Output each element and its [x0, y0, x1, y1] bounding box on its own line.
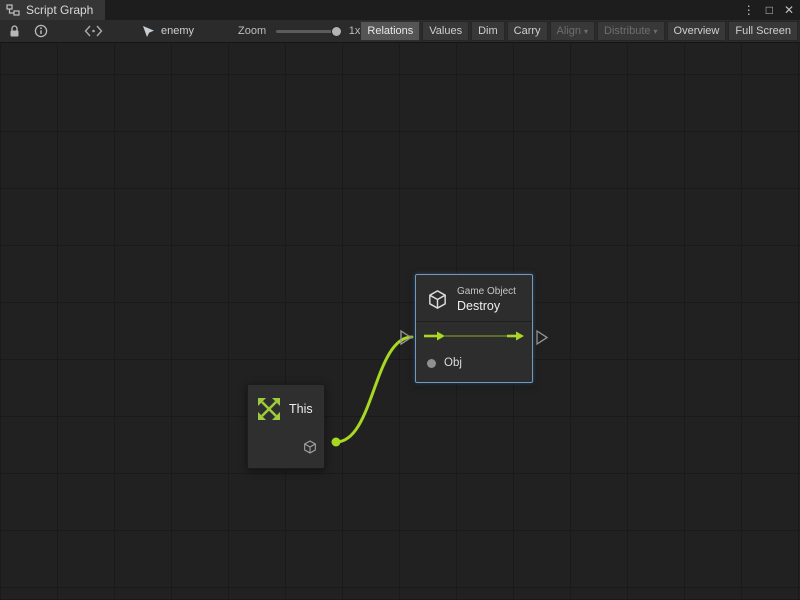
dim-button[interactable]: Dim [471, 21, 505, 41]
connection-wire [336, 337, 412, 442]
relations-button[interactable]: Relations [360, 21, 420, 41]
graph-name-label: enemy [161, 25, 194, 37]
obj-port-label: Obj [444, 357, 462, 369]
window-controls: ⋮ □ ✕ [743, 0, 794, 20]
this-node-title: This [289, 402, 313, 416]
tab-title: Script Graph [26, 3, 93, 17]
values-button[interactable]: Values [422, 21, 469, 41]
obj-input-port[interactable] [427, 359, 436, 368]
graph-canvas[interactable]: This [0, 43, 800, 599]
gameobject-cube-icon[interactable] [302, 439, 318, 455]
distribute-caret-icon: ▾ [654, 27, 658, 36]
zoom-label: Zoom [238, 25, 266, 37]
align-caret-icon: ▾ [584, 27, 588, 36]
this-node[interactable]: This [247, 384, 325, 469]
kebab-menu-icon[interactable]: ⋮ [743, 0, 755, 20]
zoom-value: 1x [349, 25, 361, 37]
zoom-slider-handle[interactable] [331, 26, 342, 37]
control-relation-arrows [421, 329, 527, 343]
this-output-port [332, 438, 341, 447]
this-icon [256, 396, 282, 422]
lock-icon[interactable] [5, 21, 24, 41]
destroy-node-title: Destroy [457, 299, 516, 313]
window-titlebar: Script Graph ⋮ □ ✕ [0, 0, 800, 20]
script-graph-tab-icon [6, 4, 20, 16]
graph-asset-icon [142, 25, 155, 38]
obj-port-row[interactable]: Obj [416, 350, 532, 376]
graph-toolbar: enemy Zoom 1x Relations Values Dim Carry… [0, 20, 800, 43]
zoom-slider[interactable] [276, 30, 340, 33]
gameobject-cube-icon [426, 288, 449, 311]
control-output-port [537, 331, 547, 344]
destroy-node-header: Game Object Destroy [416, 275, 532, 321]
code-view-icon[interactable] [81, 21, 106, 41]
close-icon[interactable]: ✕ [784, 0, 794, 20]
distribute-button[interactable]: Distribute ▾ [597, 21, 664, 41]
control-flow-row[interactable] [416, 322, 532, 350]
destroy-node[interactable]: Game Object Destroy Obj [415, 274, 533, 383]
connection-layer [0, 43, 800, 599]
graph-breadcrumb[interactable]: enemy [142, 25, 194, 38]
align-button[interactable]: Align ▾ [550, 21, 595, 41]
info-icon[interactable] [31, 21, 51, 41]
destroy-node-category: Game Object [457, 286, 516, 297]
toolbar-buttons: Relations Values Dim Carry Align ▾ Distr… [360, 21, 800, 41]
script-graph-tab[interactable]: Script Graph [0, 0, 105, 20]
fullscreen-button[interactable]: Full Screen [728, 21, 798, 41]
overview-button[interactable]: Overview [667, 21, 727, 41]
carry-button[interactable]: Carry [507, 21, 548, 41]
maximize-icon[interactable]: □ [766, 0, 773, 20]
